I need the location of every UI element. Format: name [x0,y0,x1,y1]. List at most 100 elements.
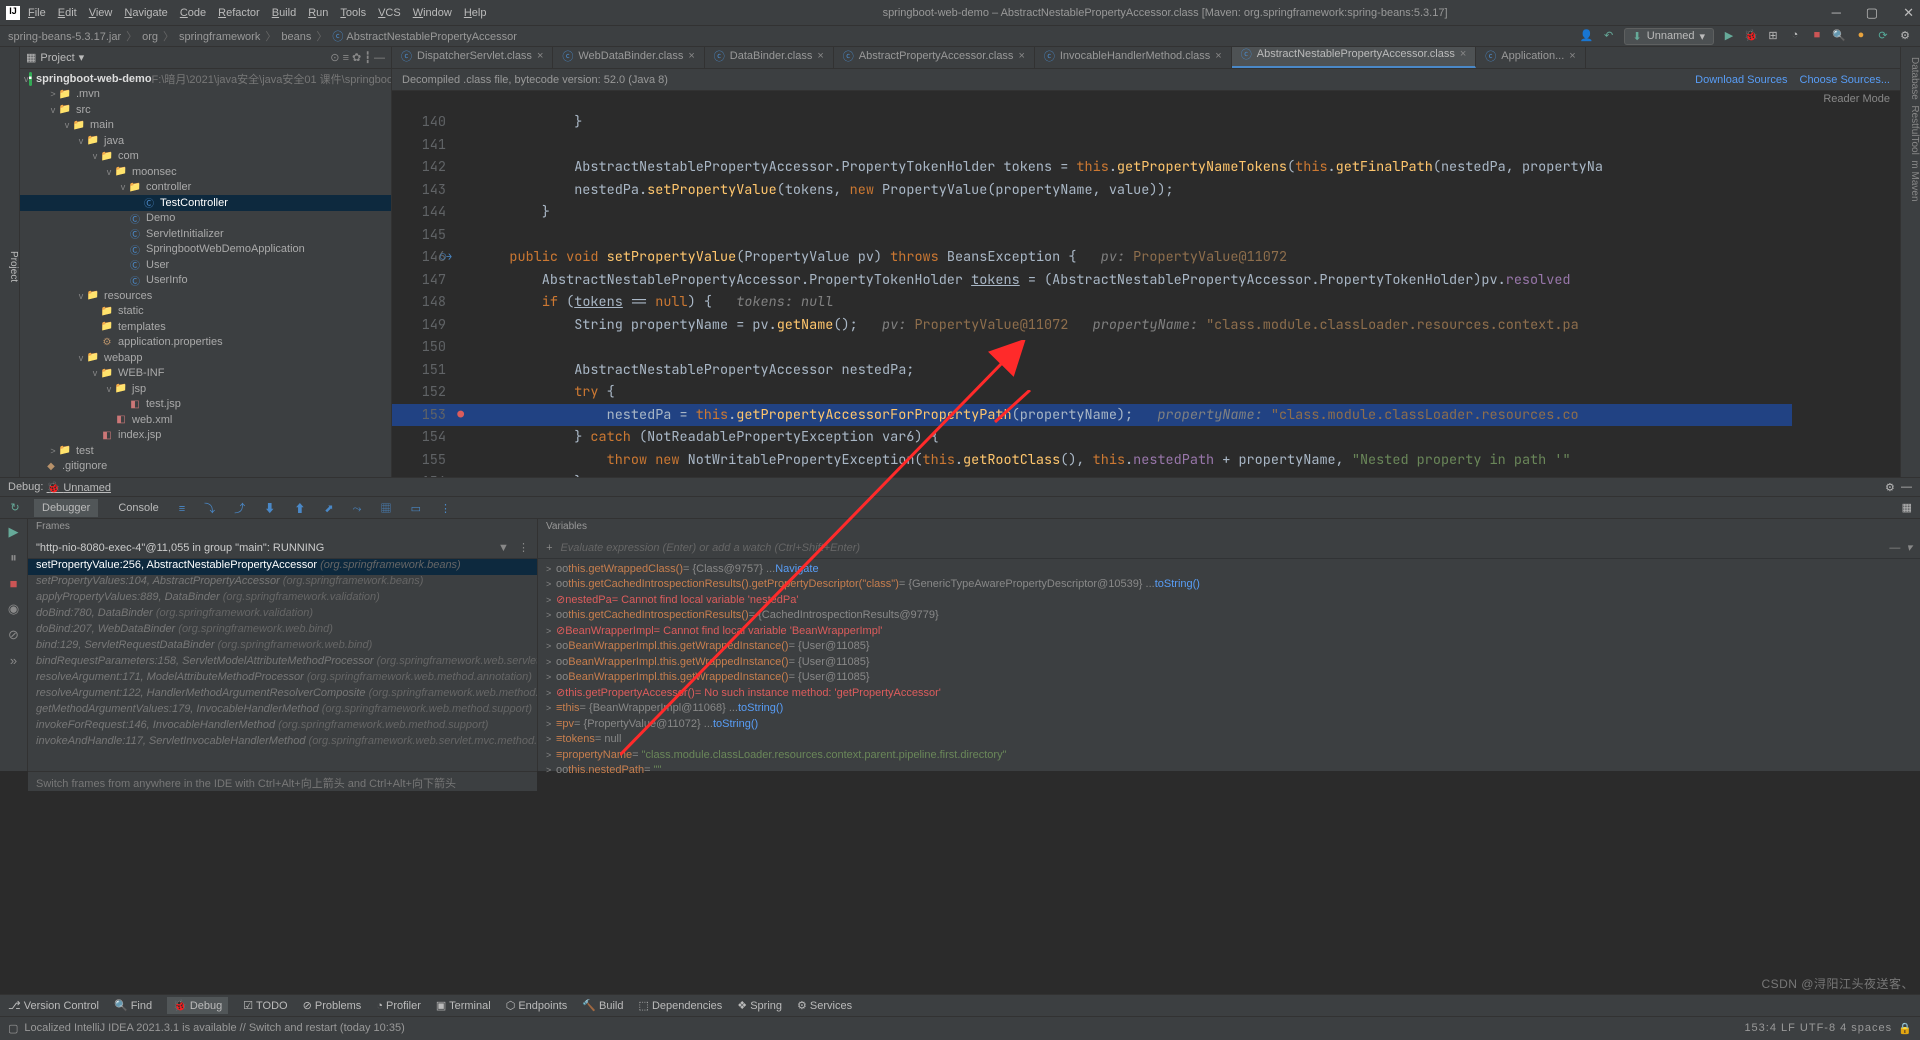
menu-run[interactable]: Run [308,7,328,19]
debugger-tab[interactable]: Debugger [34,499,98,517]
rerun-icon[interactable]: ↻ [8,501,22,515]
stack-frame[interactable]: invokeForRequest:146, InvocableHandlerMe… [28,719,537,735]
crumb[interactable]: beans [281,31,311,43]
variable-row[interactable]: > ≡ propertyName = "class.module.classLo… [538,747,1920,763]
editor-tab[interactable]: ⓒInvocableHandlerMethod.class× [1035,47,1232,68]
run-config-combo[interactable]: ⬇Unnamed▾ [1624,28,1714,45]
tool-terminal[interactable]: ▣ Terminal [436,999,491,1012]
debug-config-tab[interactable]: 🐞 Unnamed [47,481,111,494]
stack-frame[interactable]: invokeAndHandle:117, ServletInvocableHan… [28,735,537,751]
tree-node[interactable]: ⒸSpringbootWebDemoApplication [20,242,391,258]
hide-icon[interactable]: — [1901,481,1912,493]
reader-mode[interactable]: Reader Mode [1823,93,1890,109]
project-tool-tab[interactable]: Project [0,47,20,477]
tree-node[interactable]: v📁com [20,149,391,165]
variable-row[interactable]: > oo this.getWrappedClass() = {Class@975… [538,561,1920,577]
download-sources-link[interactable]: Download Sources [1695,74,1787,86]
run-icon[interactable]: ▶ [1722,29,1736,43]
menu-vcs[interactable]: VCS [378,7,401,19]
tree-node[interactable]: ◆.gitignore [20,459,391,475]
tool-todo[interactable]: ☑ TODO [243,999,287,1012]
tool-version-control[interactable]: ⎇ Version Control [8,999,99,1012]
stack-frame[interactable]: applyPropertyValues:889, DataBinder (org… [28,591,537,607]
editor-tab[interactable]: ⓒWebDataBinder.class× [553,47,704,68]
tree-node[interactable]: v📁webapp [20,350,391,366]
tree-node[interactable]: ⒸUserInfo [20,273,391,289]
tool-debug[interactable]: 🐞 Debug [167,997,228,1014]
editor-tab[interactable]: ⓒAbstractPropertyAccessor.class× [834,47,1035,68]
tree-node[interactable]: ⚙application.properties [20,335,391,351]
editor-tabs[interactable]: ⓒDispatcherServlet.class×ⓒWebDataBinder.… [392,47,1900,69]
search-icon[interactable]: 🔍 [1832,29,1846,43]
layout-icon[interactable]: ▦ [1902,501,1912,514]
debug-side-toolbar[interactable]: ▶⏸■◉⊘» [0,519,28,771]
tree-node[interactable]: ◧test.jsp [20,397,391,413]
tool-services[interactable]: ⚙ Services [797,999,852,1012]
menu-help[interactable]: Help [464,7,487,19]
crumb[interactable]: org [142,31,158,43]
editor-tab[interactable]: ⓒAbstractNestablePropertyAccessor.class× [1232,47,1477,68]
menu-build[interactable]: Build [272,7,296,19]
variable-row[interactable]: > ≡ tokens = null [538,732,1920,748]
window-controls[interactable]: ─▢✕ [1832,5,1914,21]
menu-edit[interactable]: Edit [58,7,77,19]
variable-row[interactable]: > ≡ this = {BeanWrapperImpl@11068} ... t… [538,701,1920,717]
menu-navigate[interactable]: Navigate [124,7,167,19]
tree-node[interactable]: ⒸServletInitializer [20,226,391,242]
avatar-icon[interactable]: ● [1854,29,1868,43]
tree-node[interactable]: 📁static [20,304,391,320]
variable-row[interactable]: > oo BeanWrapperImpl.this.getWrappedInst… [538,654,1920,670]
editor-tab[interactable]: ⓒDataBinder.class× [705,47,834,68]
tree-node[interactable]: ⒸDemo [20,211,391,227]
menu-code[interactable]: Code [180,7,206,19]
menu-tools[interactable]: Tools [340,7,366,19]
crumb[interactable]: springframework [179,31,260,43]
crumb[interactable]: ⓒ AbstractNestablePropertyAccessor [332,31,517,43]
updates-icon[interactable]: ⟳ [1876,29,1890,43]
variable-row[interactable]: > oo this.nestedPath = "" [538,763,1920,779]
tool-spring[interactable]: ❖ Spring [737,999,782,1012]
breadcrumbs[interactable]: spring-beans-5.3.17.jar〉org〉springframew… [8,28,517,44]
tool-find[interactable]: 🔍 Find [114,999,152,1012]
profiler-icon[interactable]: ◔ [1788,29,1802,43]
tree-node[interactable]: ⒸUser [20,257,391,273]
editor-tab[interactable]: ⓒApplication...× [1476,47,1585,68]
variable-row[interactable]: > oo BeanWrapperImpl.this.getWrappedInst… [538,639,1920,655]
coverage-icon[interactable]: ⊞ [1766,29,1780,43]
debug-icon[interactable]: 🐞 [1744,29,1758,43]
main-menu[interactable]: FileEditViewNavigateCodeRefactorBuildRun… [28,7,498,19]
settings-icon[interactable]: ⚙ [1898,29,1912,43]
tree-node[interactable]: 📁templates [20,319,391,335]
gear-icon[interactable]: ⚙ [1885,481,1895,494]
right-tool-tabs[interactable]: Database RestfulTool m Maven [1900,47,1920,477]
stack-frame[interactable]: setPropertyValues:104, AbstractPropertyA… [28,575,537,591]
variable-row[interactable]: > ⊘ BeanWrapperImpl = Cannot find local … [538,623,1920,639]
stack-frame[interactable]: doBind:207, WebDataBinder (org.springfra… [28,623,537,639]
stack-frame[interactable]: bindRequestParameters:158, ServletModelA… [28,655,537,671]
project-tree[interactable]: ▦Project▾ ⊙ ≡ ✿ ┇ — v▪springboot-web-dem… [20,47,392,477]
variable-row[interactable]: > oo this.getCachedIntrospectionResults(… [538,577,1920,593]
tree-node[interactable]: v📁WEB-INF [20,366,391,382]
variable-row[interactable]: > ⊘ nestedPa = Cannot find local variabl… [538,592,1920,608]
tree-node[interactable]: ⒸTestController [20,195,391,211]
stack-frame[interactable]: bind:129, ServletRequestDataBinder (org.… [28,639,537,655]
stack-frame[interactable]: resolveArgument:171, ModelAttributeMetho… [28,671,537,687]
variable-row[interactable]: > oo BeanWrapperImpl.this.getWrappedInst… [538,670,1920,686]
lock-icon[interactable]: 🔒 [1898,1022,1912,1035]
variable-row[interactable]: > ≡ pv = {PropertyValue@11072} ... toStr… [538,716,1920,732]
tree-node[interactable]: v📁controller [20,180,391,196]
tree-node[interactable]: >📁test [20,443,391,459]
stop-icon[interactable]: ■ [1810,29,1824,43]
tree-root[interactable]: v▪springboot-web-demo F:\暗月\2021\java安全\… [20,71,391,87]
choose-sources-link[interactable]: Choose Sources... [1800,74,1891,86]
stack-frame[interactable]: resolveArgument:122, HandlerMethodArgume… [28,687,537,703]
tree-node[interactable]: v📁src [20,102,391,118]
editor-tab[interactable]: ⓒDispatcherServlet.class× [392,47,553,68]
stack-frame[interactable]: setPropertyValue:256, AbstractNestablePr… [28,559,537,575]
tool-endpoints[interactable]: ⬡ Endpoints [506,999,568,1012]
tool-dependencies[interactable]: ⬚ Dependencies [639,999,723,1012]
user-icon[interactable]: 👤 [1580,29,1594,43]
tree-node[interactable]: ◧web.xml [20,412,391,428]
variable-row[interactable]: > ⊘ this.getPropertyAccessor() = No such… [538,685,1920,701]
menu-file[interactable]: File [28,7,46,19]
